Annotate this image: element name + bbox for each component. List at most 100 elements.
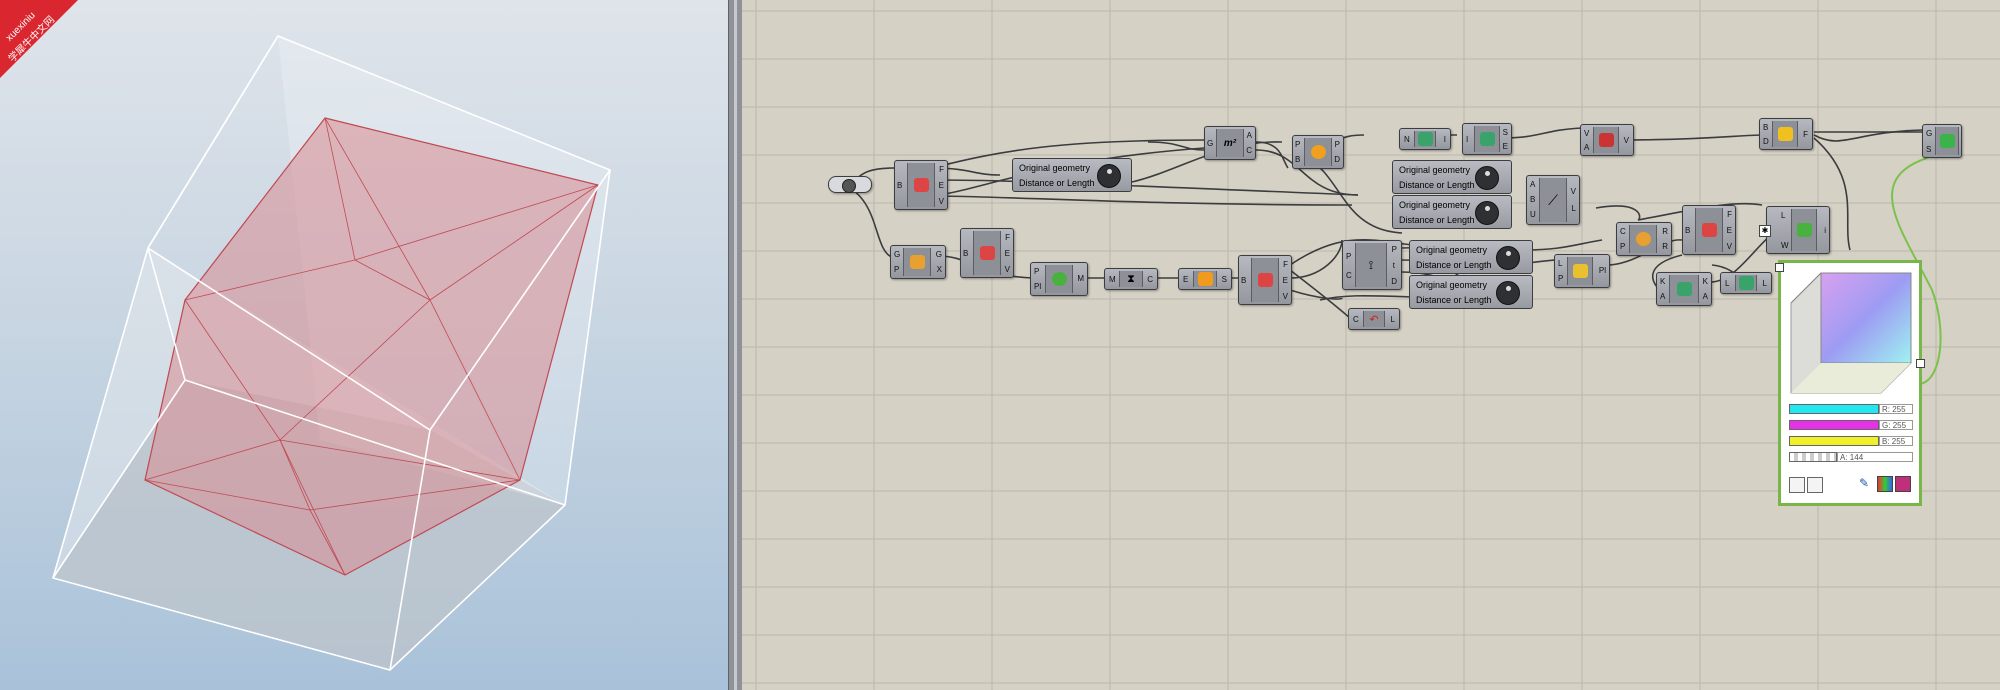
port-C-out[interactable]: C [1147,275,1153,284]
port-B-pipe[interactable]: B [1295,155,1300,164]
channel-value-b[interactable]: B: 255 [1879,436,1913,446]
swatch-copy-button[interactable] [1789,477,1805,493]
port-S-preview[interactable]: S [1926,145,1931,154]
channel-bar-r[interactable] [1789,404,1879,414]
component-boxedges-4[interactable]: B F E V [1682,205,1736,255]
port-B[interactable]: B [1241,276,1246,285]
component-boxedges-3[interactable]: B F E V [1238,255,1292,305]
port-A-out[interactable]: A [1703,292,1708,301]
component-pipe[interactable]: P B P D [1292,135,1344,169]
port-P-cir[interactable]: P [1620,242,1625,251]
channel-bar-a[interactable] [1789,452,1837,462]
port-P-out[interactable]: P [1335,140,1340,149]
port-A-angle[interactable]: A [1530,180,1535,189]
port-E-in[interactable]: E [1183,275,1188,284]
rhino-viewport[interactable]: xuexiniu 学犀牛中文网 [0,0,728,690]
colour-swatch[interactable]: R: 255 G: 255 B: 255 A: 144 ✎ [1775,260,1925,506]
component-area[interactable]: G m² A C [1204,126,1256,160]
palette-icon[interactable] [1877,476,1893,492]
port-I-in[interactable]: I [1466,135,1468,144]
port-F[interactable]: F [1283,260,1288,269]
evaluate-param-4[interactable]: Original geometry Distance or Length [1409,240,1533,274]
port-A-in[interactable]: A [1584,143,1589,152]
port-P-pln[interactable]: P [894,265,899,274]
port-F[interactable]: F [1005,233,1010,242]
port-U-angle[interactable]: U [1530,210,1536,219]
channel-value-r[interactable]: R: 255 [1879,404,1913,414]
port-B-bound[interactable]: B [1763,123,1768,132]
port-Pl-lp[interactable]: Pl [1599,266,1606,275]
eyedropper-icon[interactable]: ✎ [1859,476,1869,490]
swatch-output-grip[interactable] [1916,359,1925,368]
port-C-len[interactable]: C [1353,315,1359,324]
evaluate-param-5[interactable]: Original geometry Distance or Length [1409,275,1533,309]
port-F[interactable]: F [1727,210,1732,219]
port-V[interactable]: V [1727,242,1732,251]
evaluate-param-2[interactable]: Original geometry Distance or Length [1392,160,1512,194]
component-list-weave[interactable]: ✱ L W i [1759,206,1830,254]
component-circle[interactable]: C P R R [1616,222,1672,256]
port-W-weave[interactable]: W [1781,241,1789,250]
port-G-preview[interactable]: G [1926,129,1932,138]
port-D-bound[interactable]: D [1763,137,1769,146]
port-L-weave[interactable]: L [1781,211,1785,220]
port-S[interactable]: S [1503,128,1508,137]
component-boxedges-2[interactable]: B F E V [960,228,1014,278]
port-V[interactable]: V [1283,292,1288,301]
port-B[interactable]: B [897,181,902,190]
port-V-in[interactable]: V [1584,129,1589,138]
port-M[interactable]: M [1077,274,1084,283]
port-E[interactable]: E [1005,249,1010,258]
port-P[interactable]: P [1295,140,1300,149]
port-t[interactable]: t [1393,261,1395,270]
port-L-lp[interactable]: L [1558,259,1562,268]
port-C-ccp[interactable]: C [1346,271,1352,280]
port-L-angle[interactable]: L [1572,204,1576,213]
port-V[interactable]: V [1005,265,1010,274]
component-custom-preview[interactable]: G S [1922,124,1962,158]
port-K-in[interactable]: K [1660,277,1665,286]
port-V-angle[interactable]: V [1571,187,1576,196]
grasshopper-canvas[interactable]: B F E V G m² A C P B P D N I I S E V A V [742,0,2000,690]
component-curve-closest[interactable]: P C ⟟ P t D [1342,240,1402,290]
port-K-out[interactable]: K [1703,277,1708,286]
swatch-paste-button[interactable] [1807,477,1823,493]
evaluate-param-1[interactable]: Original geometry Distance or Length [1012,158,1132,192]
port-B-angle[interactable]: B [1530,195,1535,204]
port-E[interactable]: E [1727,226,1732,235]
port-P-mesh[interactable]: P [1034,267,1039,276]
port-B[interactable]: B [963,249,968,258]
port-L-out-ll[interactable]: L [1763,279,1767,288]
port-Pl-mesh[interactable]: Pl [1034,282,1041,291]
port-L-in-ll[interactable]: L [1725,279,1729,288]
port-X[interactable]: X [937,265,942,274]
component-bound[interactable]: B D F [1759,118,1813,150]
port-E[interactable]: E [1283,276,1288,285]
component-list-ends[interactable]: I S E [1462,123,1512,155]
component-sort[interactable]: K A K A [1656,272,1712,306]
gear-icon[interactable]: ✱ [1759,225,1771,237]
port-A-in-sort[interactable]: A [1660,292,1665,301]
component-plane[interactable]: G P G X [890,245,946,279]
component-mesh[interactable]: P Pl M [1030,262,1088,296]
component-series[interactable]: N I [1399,128,1451,150]
component-line-plane[interactable]: L P Pl [1554,254,1610,288]
component-list-length[interactable]: L L [1720,272,1772,294]
swatch-input-grip[interactable] [1775,263,1784,272]
port-C[interactable]: C [1246,146,1252,155]
port-I[interactable]: I [1444,135,1446,144]
port-R1[interactable]: R [1662,227,1668,236]
port-G-pln[interactable]: G [894,250,900,259]
port-R2[interactable]: R [1662,242,1668,251]
port-V-out[interactable]: V [1624,136,1629,145]
port-E[interactable]: E [939,181,944,190]
bucket-icon[interactable] [1895,476,1911,492]
port-P-lp[interactable]: P [1558,274,1563,283]
port-L-len[interactable]: L [1391,315,1395,324]
port-V[interactable]: V [939,197,944,206]
port-N[interactable]: N [1404,135,1410,144]
component-angle[interactable]: A B U ⟋ V L [1526,175,1580,225]
port-C-cir[interactable]: C [1620,227,1626,236]
port-D[interactable]: D [1334,155,1340,164]
port-S-out[interactable]: S [1222,275,1227,284]
